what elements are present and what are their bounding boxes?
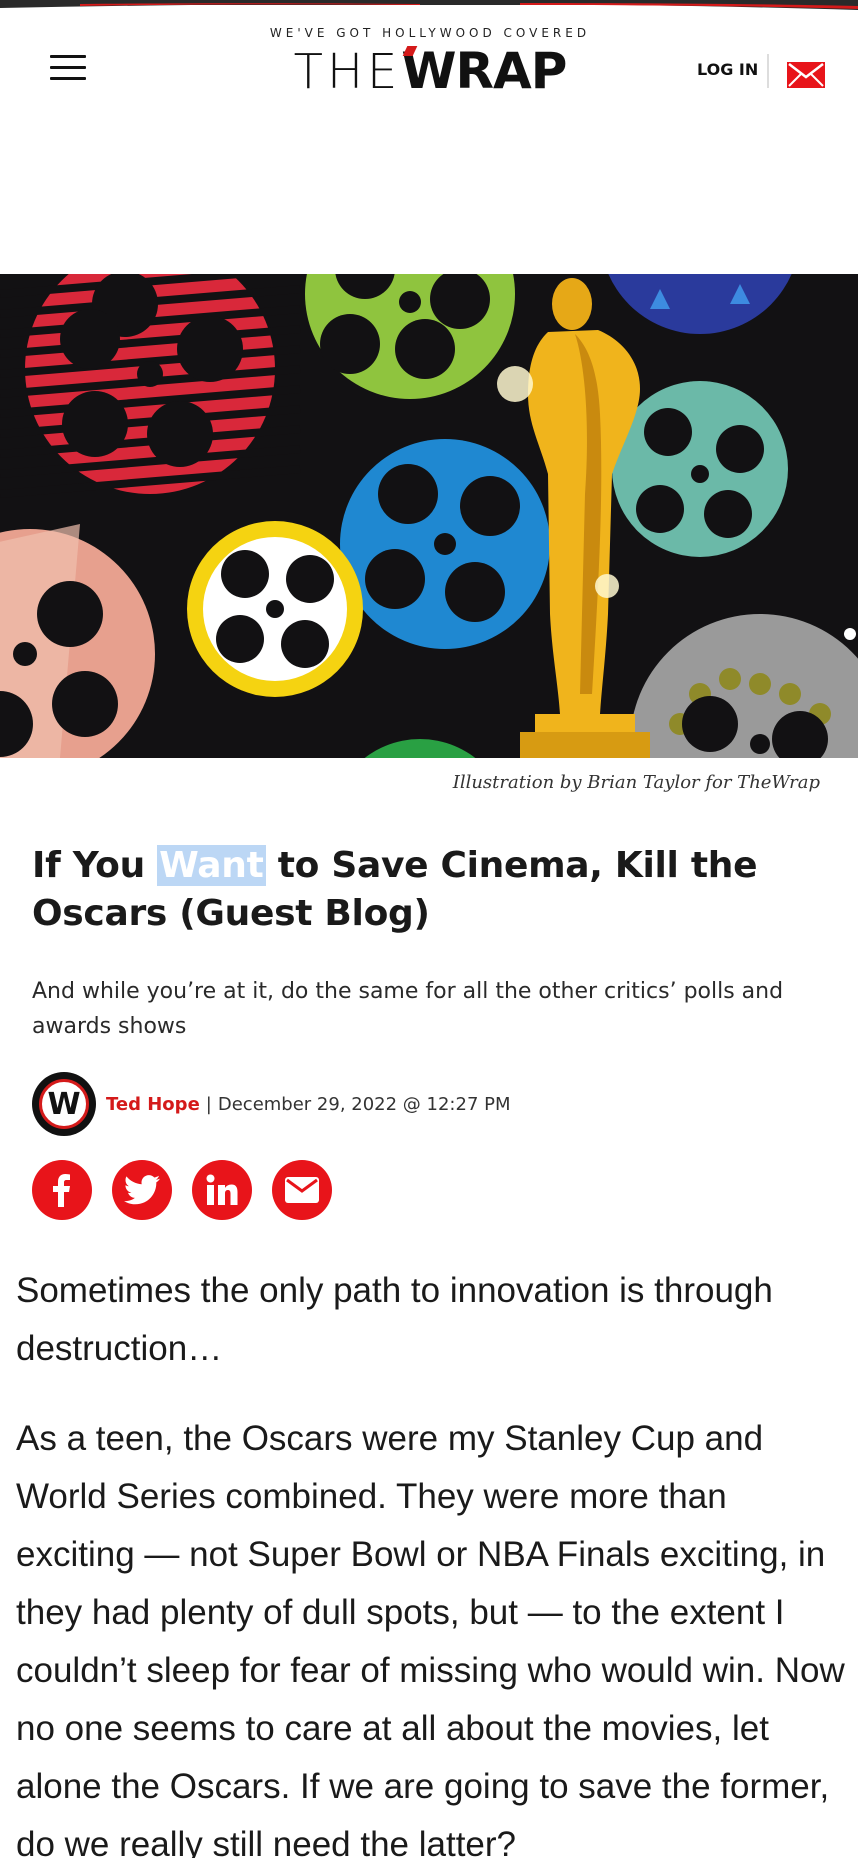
share-buttons [32,1160,352,1220]
top-brand-stripe [0,0,858,10]
yellow-film-reel-graphic [187,521,363,697]
body-paragraph: As a teen, the Oscars were my Stanley Cu… [16,1419,845,1858]
logo-wordmark: THE WRAP [262,46,598,109]
article-dek: And while you’re at it, do the same for … [32,979,784,1039]
hero-illustration [0,274,858,758]
email-icon [285,1177,319,1203]
byline: W Ted Hope | December 29, 2022 @ 12:27 P… [32,1072,511,1136]
header-divider [767,54,769,88]
facebook-share-button[interactable] [32,1160,92,1220]
publish-date: December 29, 2022 @ 12:27 PM [217,1093,511,1115]
hero-caption: Illustration by Brian Taylor for TheWrap [452,772,820,793]
headline-selected-text: Want [157,845,266,886]
newsletter-mail-icon[interactable] [787,62,825,88]
author-link[interactable]: Ted Hope [106,1094,200,1115]
twitter-share-button[interactable] [112,1160,172,1220]
avatar-logo-icon: W [39,1079,89,1129]
logo-the: THE [293,44,402,100]
site-header: WE'VE GOT HOLLYWOOD COVERED THE WRAP LOG … [0,10,858,120]
headline-part-1: If You [32,845,158,886]
linkedin-share-button[interactable] [192,1160,252,1220]
linkedin-icon [206,1174,238,1205]
login-link[interactable]: LOG IN [697,60,758,79]
author-avatar[interactable]: W [32,1072,96,1136]
body-paragraph: Sometimes the only path to innovation is… [16,1271,773,1368]
logo-tagline: WE'VE GOT HOLLYWOOD COVERED [269,26,591,40]
blue-film-reel-graphic [340,439,550,649]
byline-separator: | [205,1093,212,1115]
facebook-icon [53,1174,70,1207]
email-share-button[interactable] [272,1160,332,1220]
article-body: Sometimes the only path to innovation is… [16,1262,846,1858]
thewrap-logo[interactable]: WE'VE GOT HOLLYWOOD COVERED THE WRAP [262,26,598,106]
teal-film-reel-graphic [612,381,788,557]
article-headline: If You Want to Save Cinema, Kill the Osc… [32,842,832,938]
hamburger-menu-icon[interactable] [50,55,88,81]
twitter-icon [124,1175,160,1205]
logo-wrap: WRAP [401,42,567,100]
